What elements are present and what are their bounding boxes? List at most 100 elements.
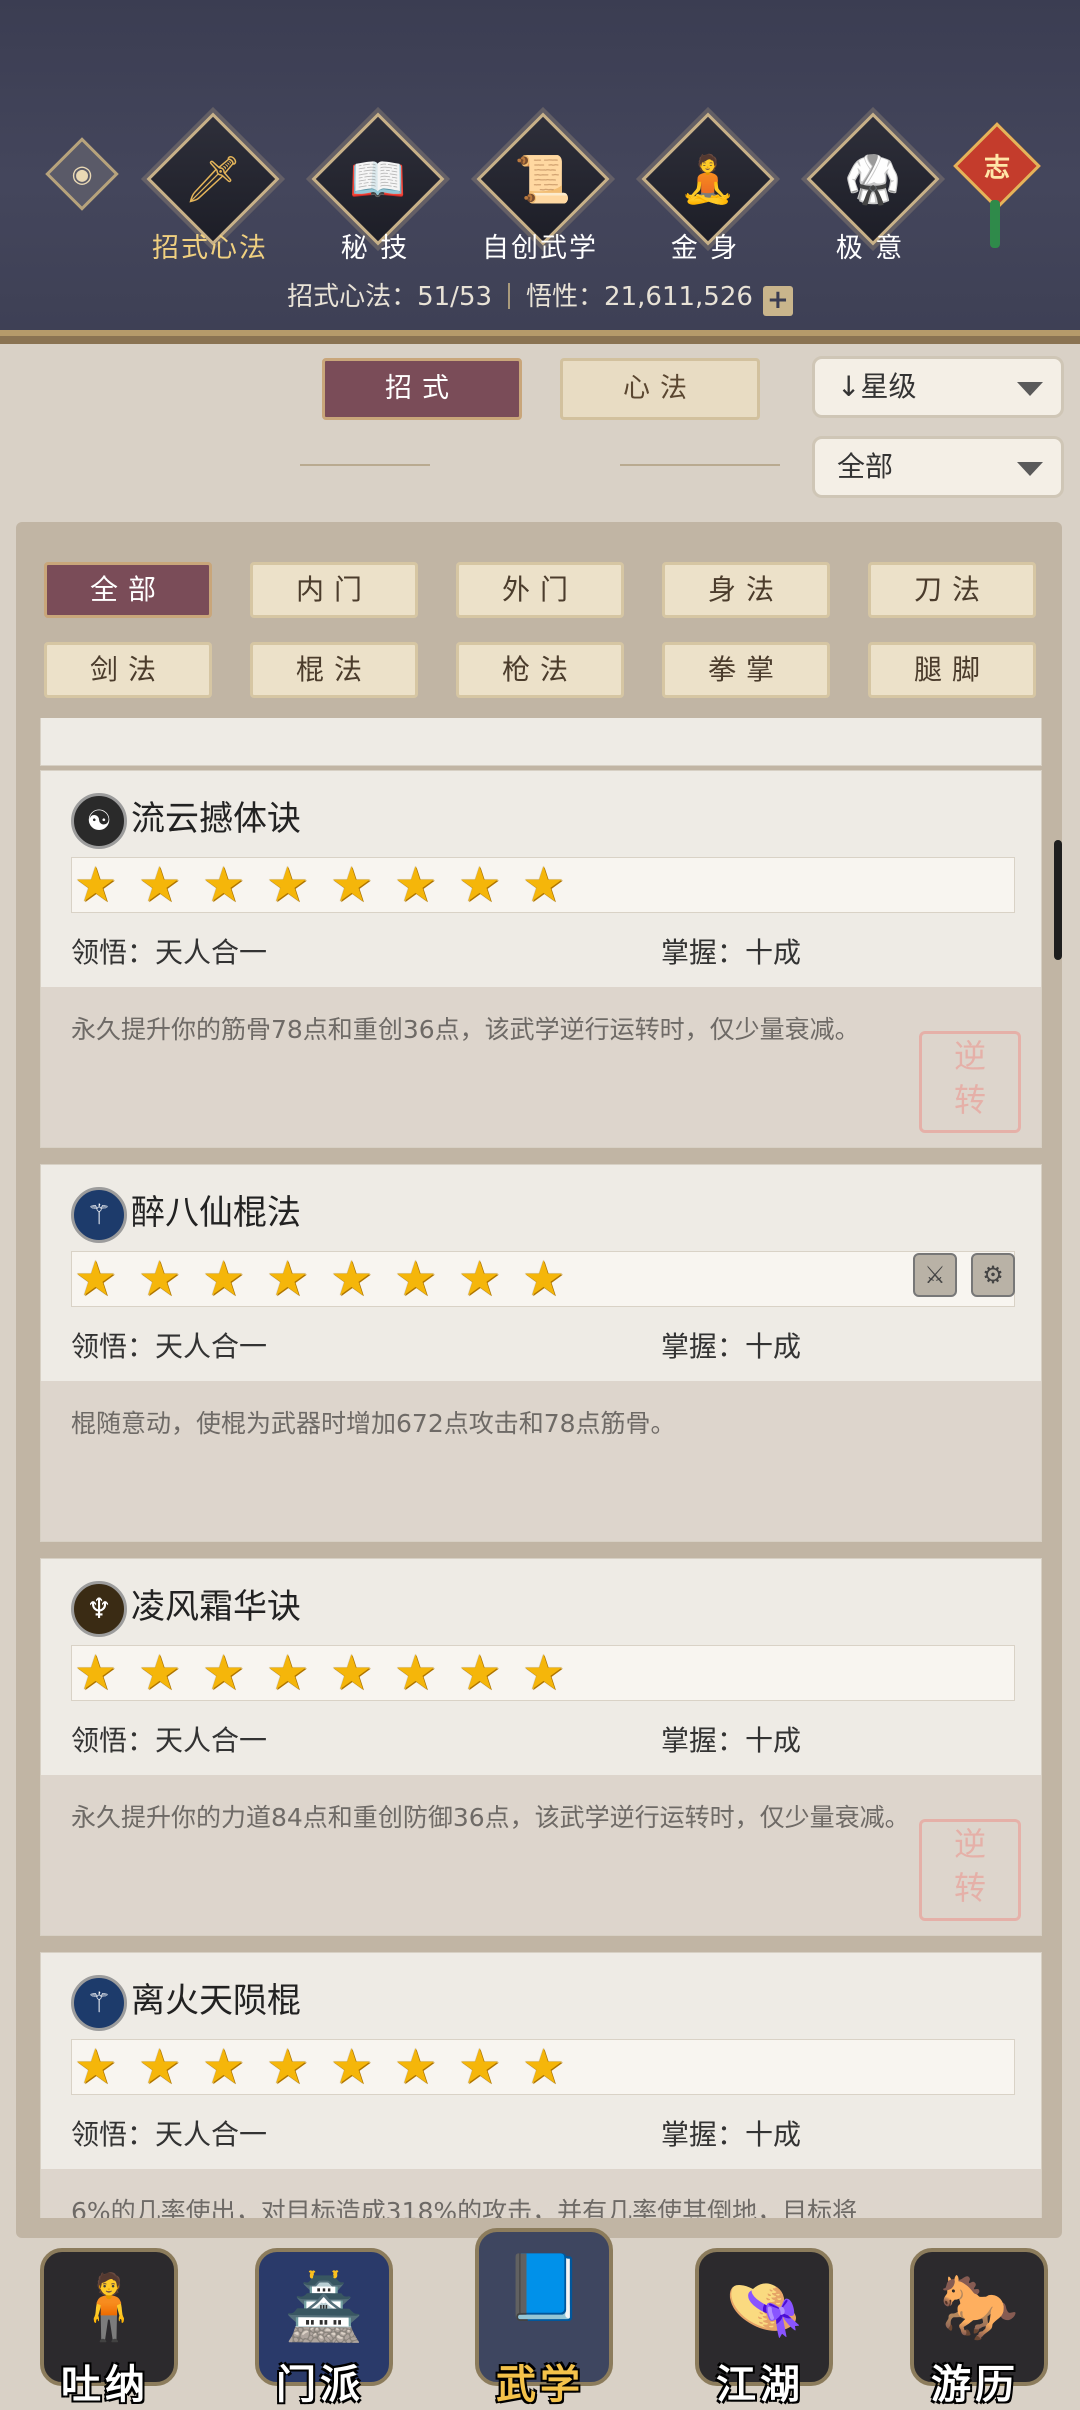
category-blade[interactable]: 刀法 [868, 562, 1036, 618]
meditation-icon: 🧘 [679, 152, 737, 206]
category-sword[interactable]: 剑法 [44, 642, 212, 698]
reverse-seal-icon: 逆转 [919, 1819, 1021, 1921]
tab-inner-arts[interactable]: 心法 [560, 358, 760, 420]
staff-icon: ⚚ [71, 1975, 127, 2031]
top-nav-label: 自创武学 [482, 233, 598, 264]
mastery: 掌握：十成 [661, 2118, 802, 2151]
bottom-nav: 🧍 吐纳 🏯 门派 📘 武学 👒 江湖 🐎 游历 [0, 2228, 1080, 2408]
category-leg[interactable]: 腿脚 [868, 642, 1036, 698]
star-icon: ★ [266, 1645, 310, 1701]
count-label: 招式心法： [287, 282, 418, 312]
star-icon: ★ [266, 2039, 310, 2095]
charm-icon: 志 [983, 153, 1011, 184]
sword-icon: 🗡 [183, 152, 243, 206]
skill-card[interactable] [40, 718, 1042, 766]
star-icon: ★ [458, 857, 502, 913]
top-nav-ultimate[interactable]: 🥋 极 意 [795, 112, 945, 268]
count-value: 51/53 [417, 282, 493, 312]
skill-card[interactable]: ⚚ 醉八仙棍法 ★ ★ ★ ★ ★ ★ ★ ★ ⚔ ⚙ 领悟：天人合一 掌握：十成 棍随意动，… [40, 1164, 1042, 1542]
category-movement[interactable]: 身法 [662, 562, 830, 618]
top-nav: 🗡 招式心法 📖 秘 技 📜 自创武学 🧘 金 身 🥋 极 意 [135, 112, 945, 268]
category-outer[interactable]: 外门 [456, 562, 624, 618]
horse-icon: 🐎 [939, 2271, 1019, 2345]
nav-travel[interactable]: 🐎 游历 [900, 2248, 1050, 2408]
skill-name: 流云撼体诀 [131, 799, 301, 839]
top-nav-moves-manuals[interactable]: 🗡 招式心法 [135, 112, 285, 268]
filter-dropdown[interactable]: 全部 [812, 436, 1064, 498]
nav-breathing[interactable]: 🧍 吐纳 [30, 2248, 180, 2408]
star-icon: ★ [394, 1645, 438, 1701]
sort-label: ↓星级 [837, 370, 917, 403]
sort-dropdown[interactable]: ↓星级 [812, 356, 1064, 418]
skill-card[interactable]: ♆ 凌风霜华诀 ★ ★ ★ ★ ★ ★ ★ ★ 领悟：天人合一 掌握：十成 永久提升你的力道8… [40, 1558, 1042, 1936]
star-icon: ★ [202, 857, 246, 913]
star-icon: ★ [266, 857, 310, 913]
category-all[interactable]: 全部 [44, 562, 212, 618]
nav-label: 吐纳 [61, 2362, 149, 2408]
nav-sect[interactable]: 🏯 门派 [245, 2248, 395, 2408]
top-nav-label: 秘 技 [340, 233, 410, 264]
skill-description: 6%的几率使出，对目标造成318%的攻击，并有几率使其倒地，目标将 [41, 2169, 1041, 2218]
star-icon: ★ [74, 2039, 118, 2095]
martial-pose-icon: 🥋 [844, 152, 902, 206]
skill-name: 凌风霜华诀 [131, 1587, 301, 1627]
star-icon: ★ [458, 1645, 502, 1701]
star-icon: ★ [394, 1251, 438, 1307]
star-rating: ★ ★ ★ ★ ★ ★ ★ ★ [71, 2039, 1015, 2095]
top-nav-golden-body[interactable]: 🧘 金 身 [630, 112, 780, 268]
skill-description: 棍随意动，使棍为武器时增加672点攻击和78点筋骨。 [41, 1381, 1041, 1541]
star-icon: ★ [74, 1645, 118, 1701]
reverse-seal-icon: 逆转 [919, 1031, 1021, 1133]
star-icon: ★ [522, 1251, 566, 1307]
top-nav-secret-skills[interactable]: 📖 秘 技 [300, 112, 450, 268]
star-icon: ★ [202, 2039, 246, 2095]
category-fist[interactable]: 拳掌 [662, 642, 830, 698]
star-icon: ★ [138, 1251, 182, 1307]
star-icon: ★ [458, 2039, 502, 2095]
yinyang-icon: ☯ [71, 793, 127, 849]
comprehension: 领悟：天人合一 [71, 1724, 268, 1757]
add-insight-button[interactable]: + [762, 286, 793, 316]
tab-moves[interactable]: 招式 [322, 358, 522, 420]
chevron-down-icon [1017, 462, 1043, 476]
divider [300, 464, 430, 466]
top-nav-label: 招式心法 [152, 233, 268, 264]
category-staff[interactable]: 棍法 [250, 642, 418, 698]
star-icon: ★ [266, 1251, 310, 1307]
category-inner[interactable]: 内门 [250, 562, 418, 618]
skill-description: 永久提升你的力道84点和重创防御36点，该武学逆行运转时，仅少量衰减。 逆转 [41, 1775, 1041, 1935]
filter-label: 全部 [837, 450, 894, 483]
star-icon: ★ [522, 1645, 566, 1701]
mastery: 掌握：十成 [661, 1724, 802, 1757]
nav-jianghu[interactable]: 👒 江湖 [685, 2248, 835, 2408]
star-icon: ★ [330, 857, 374, 913]
insight-label: 悟性： [526, 282, 605, 312]
star-rating: ★ ★ ★ ★ ★ ★ ★ ★ [71, 1251, 1015, 1307]
tassel-decoration [990, 200, 1000, 248]
star-icon: ★ [330, 1251, 374, 1307]
star-icon: ★ [394, 2039, 438, 2095]
insight-value: 21,611,526 [604, 282, 753, 312]
nav-label: 武学 [496, 2362, 584, 2408]
header: ◉ 🗡 招式心法 📖 秘 技 📜 自创武学 🧘 金 身 🥋 极 意 志 招式心法… [0, 0, 1080, 344]
skill-card[interactable]: ☯ 流云撼体诀 ★ ★ ★ ★ ★ ★ ★ ★ 领悟：天人合一 掌握：十成 永久提升你的筋骨7… [40, 770, 1042, 1148]
top-nav-custom-martial[interactable]: 📜 自创武学 [465, 112, 615, 268]
skill-list[interactable]: ☯ 流云撼体诀 ★ ★ ★ ★ ★ ★ ★ ★ 领悟：天人合一 掌握：十成 永久提升你的筋骨7… [24, 718, 1042, 2218]
skill-name: 离火天陨棍 [131, 1981, 301, 2021]
star-icon: ★ [458, 1251, 502, 1307]
star-icon: ★ [522, 2039, 566, 2095]
star-icon: ★ [138, 2039, 182, 2095]
eye-toggle[interactable]: ◉ [45, 137, 119, 211]
skill-card[interactable]: ⚚ 离火天陨棍 ★ ★ ★ ★ ★ ★ ★ ★ 领悟：天人合一 掌握：十成 6%的几率使出，对… [40, 1952, 1042, 2218]
scrollbar[interactable] [1054, 840, 1062, 960]
ambition-charm-button[interactable]: 志 [953, 122, 1041, 210]
skill-name: 醉八仙棍法 [131, 1193, 301, 1233]
star-icon: ★ [394, 857, 438, 913]
nav-martial-arts[interactable]: 📘 武学 [465, 2228, 615, 2408]
nav-label: 江湖 [716, 2362, 804, 2408]
category-spear[interactable]: 枪法 [456, 642, 624, 698]
top-nav-label: 极 意 [835, 233, 905, 264]
eye-icon: ◉ [71, 160, 93, 188]
straw-hat-icon: 👒 [724, 2271, 804, 2345]
star-icon: ★ [522, 857, 566, 913]
